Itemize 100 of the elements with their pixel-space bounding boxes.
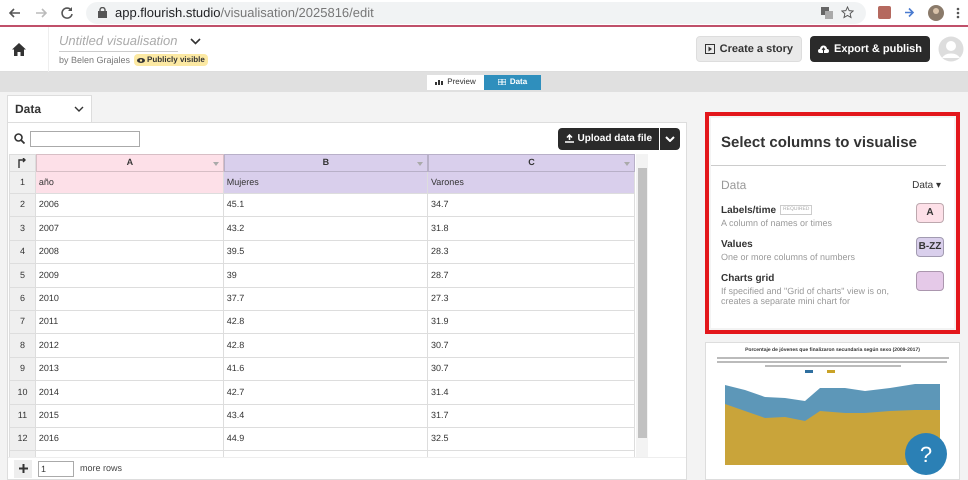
table-cell[interactable]: 27.3 xyxy=(428,288,635,311)
table-cell[interactable]: 31.4 xyxy=(428,381,635,405)
column-selector[interactable]: A xyxy=(916,202,944,222)
table-cell[interactable]: 31.8 xyxy=(428,217,635,241)
visibility-badge: Publicly visible xyxy=(134,54,208,66)
binding-label: Labels/time xyxy=(721,204,776,218)
table-cell[interactable]: 37.7 xyxy=(224,288,428,311)
table-cell[interactable]: 42.8 xyxy=(224,310,428,334)
extension-icon[interactable] xyxy=(903,6,916,19)
table-cell[interactable]: 2014 xyxy=(36,381,224,405)
table-cell[interactable]: 28.3 xyxy=(428,240,635,264)
binding-hint: If specified and "Grid of charts" view is on, creates a separate mini chart for xyxy=(721,286,890,306)
search-icon xyxy=(14,133,25,144)
reload-icon[interactable] xyxy=(60,6,74,20)
home-icon[interactable] xyxy=(12,42,26,56)
table-cell[interactable]: 2008 xyxy=(36,240,224,264)
binding-hint: One or more columns of numbers xyxy=(721,252,856,262)
star-icon[interactable] xyxy=(841,6,854,19)
url-text: app.flourish.studio/visualisation/2025816/edit xyxy=(115,4,374,22)
table-cell[interactable]: 2007 xyxy=(36,217,224,241)
table-cell[interactable]: 41.6 xyxy=(224,358,428,382)
table-cell[interactable]: 45.1 xyxy=(224,194,428,218)
author-text: by Belen Grajales xyxy=(59,54,130,67)
row-number: 12 xyxy=(9,428,36,452)
panel-title: Select columns to visualise xyxy=(711,118,946,166)
upload-icon xyxy=(564,134,574,143)
table-cell[interactable]: 30.7 xyxy=(428,358,635,382)
column-header[interactable]: C xyxy=(428,154,635,172)
table-cell[interactable]: 43.4 xyxy=(224,404,428,428)
add-rows-button[interactable] xyxy=(14,460,32,478)
chevron-down-icon xyxy=(665,136,675,142)
table-cell[interactable]: Mujeres xyxy=(224,172,428,194)
row-number: 9 xyxy=(9,358,36,382)
table-cell[interactable]: 34.7 xyxy=(428,194,635,218)
export-button[interactable]: Export & publish xyxy=(810,36,930,62)
plus-icon xyxy=(18,464,28,473)
data-tab[interactable]: Data xyxy=(484,74,541,90)
scrollbar[interactable] xyxy=(636,154,648,457)
row-number: 8 xyxy=(9,334,36,358)
transpose-icon[interactable] xyxy=(17,158,28,168)
search-field[interactable] xyxy=(30,130,140,146)
create-story-button[interactable]: Create a story xyxy=(696,36,802,62)
lock-icon xyxy=(98,7,107,18)
binding-label: Charts grid xyxy=(721,272,774,286)
help-button[interactable]: ? xyxy=(905,433,947,475)
table-cell[interactable]: año xyxy=(36,172,224,194)
column-selector[interactable]: B-ZZ xyxy=(916,236,944,256)
more-rows-label: more rows xyxy=(80,462,122,475)
address-bar[interactable]: app.flourish.studio/visualisation/2025816/edit xyxy=(86,2,866,24)
row-number: 5 xyxy=(9,264,36,288)
chevron-down-icon[interactable] xyxy=(190,38,201,45)
binding-label: Values xyxy=(721,238,753,252)
column-selector[interactable] xyxy=(916,270,944,290)
table-cell[interactable]: 2012 xyxy=(36,334,224,358)
row-number: 3 xyxy=(9,217,36,241)
binding-hint: A column of names or times xyxy=(721,218,834,228)
table-cell[interactable]: 44.9 xyxy=(224,428,428,452)
table-cell[interactable]: 31.7 xyxy=(428,404,635,428)
translate-icon[interactable] xyxy=(821,6,833,18)
row-number: 10 xyxy=(9,381,36,405)
table-cell[interactable]: 2009 xyxy=(36,264,224,288)
back-icon[interactable] xyxy=(8,6,22,20)
row-number: 11 xyxy=(9,404,36,428)
column-header[interactable]: B xyxy=(224,154,428,172)
upload-button[interactable]: Upload data file xyxy=(558,128,659,150)
table-cell[interactable]: 39.5 xyxy=(224,240,428,264)
table-cell[interactable]: 42.7 xyxy=(224,381,428,405)
table-cell[interactable]: 2011 xyxy=(36,310,224,334)
column-header[interactable]: A xyxy=(36,154,224,172)
row-count-field[interactable]: 1 xyxy=(38,460,74,476)
row-number: 1 xyxy=(9,172,36,194)
table-cell[interactable]: 42.8 xyxy=(224,334,428,358)
table-cell[interactable]: 2015 xyxy=(36,404,224,428)
menu-icon[interactable] xyxy=(956,6,960,18)
table-cell[interactable]: 2016 xyxy=(36,428,224,452)
table-icon xyxy=(498,79,506,85)
table-cell[interactable]: 32.5 xyxy=(428,428,635,452)
upload-options-button[interactable] xyxy=(660,128,680,150)
row-number: 2 xyxy=(9,194,36,218)
row-number: 6 xyxy=(9,288,36,311)
table-cell[interactable]: 39 xyxy=(224,264,428,288)
row-number: 7 xyxy=(9,310,36,334)
table-cell[interactable]: 2010 xyxy=(36,288,224,311)
sheet-tab[interactable]: Data xyxy=(7,95,92,122)
section-heading: Data xyxy=(721,177,746,194)
row-number: 4 xyxy=(9,240,36,264)
table-cell[interactable]: 2013 xyxy=(36,358,224,382)
table-cell[interactable]: 30.7 xyxy=(428,334,635,358)
table-cell[interactable]: 43.2 xyxy=(224,217,428,241)
table-cell[interactable]: 31.9 xyxy=(428,310,635,334)
bar-chart-icon xyxy=(435,79,444,85)
cloud-upload-icon xyxy=(818,44,829,54)
profile-avatar-icon[interactable] xyxy=(928,4,944,20)
table-cell[interactable]: 2006 xyxy=(36,194,224,218)
table-cell[interactable]: 28.7 xyxy=(428,264,635,288)
eye-icon xyxy=(137,58,146,63)
table-cell[interactable]: Varones xyxy=(428,172,635,194)
chevron-down-icon xyxy=(74,106,84,112)
preview-tab[interactable]: Preview xyxy=(427,74,484,90)
play-icon xyxy=(704,44,715,54)
